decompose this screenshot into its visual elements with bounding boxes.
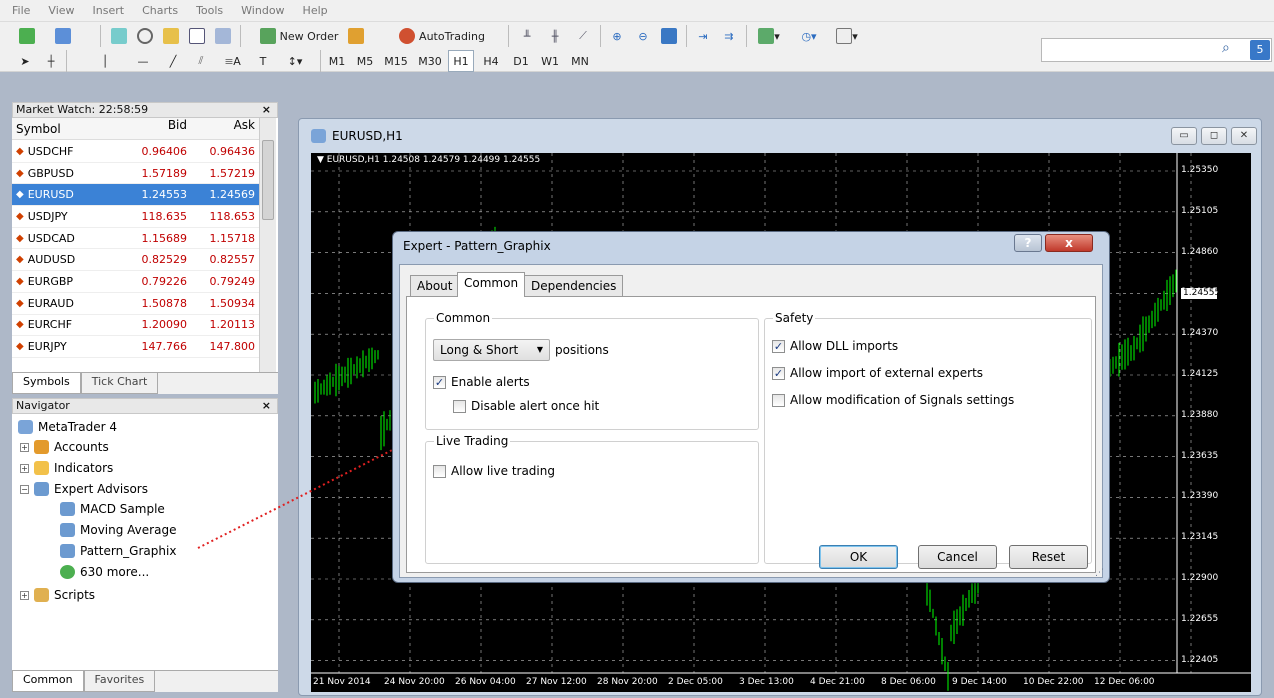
- live-trading-group-title: Live Trading: [434, 434, 511, 448]
- allow-dll-imports-checkbox[interactable]: ✓ Allow DLL imports: [772, 339, 898, 353]
- positions-label: positions: [555, 343, 609, 357]
- allow-signals-modification-checkbox[interactable]: Allow modification of Signals settings: [772, 393, 1014, 407]
- enable-alerts-checkbox[interactable]: ✓ Enable alerts: [433, 375, 530, 389]
- checkbox-icon[interactable]: ✓: [772, 339, 785, 353]
- positions-value: Long & Short: [440, 343, 519, 357]
- common-group-title: Common: [434, 311, 493, 325]
- reset-button[interactable]: Reset: [1009, 545, 1088, 569]
- allow-live-trading-checkbox[interactable]: Allow live trading: [433, 464, 555, 478]
- tab-about[interactable]: About: [410, 275, 460, 296]
- tab-dependencies[interactable]: Dependencies: [524, 275, 624, 296]
- disable-alert-once-hit-label: Disable alert once hit: [471, 399, 600, 413]
- dialog-body: About Common Dependencies Common Long & …: [399, 264, 1103, 578]
- dialog-close-button[interactable]: x: [1045, 234, 1093, 252]
- resize-grip-icon[interactable]: ⋰: [1095, 568, 1107, 580]
- tab-pane: Common Long & Short ▼ positions ✓ Enable …: [406, 296, 1096, 573]
- checkbox-icon[interactable]: [433, 464, 446, 478]
- chevron-down-icon: ▼: [536, 345, 543, 354]
- expert-dialog: Expert - Pattern_Graphix ? x About Commo…: [392, 231, 1110, 583]
- tab-common-settings[interactable]: Common: [457, 272, 526, 297]
- allow-import-experts-checkbox[interactable]: ✓ Allow import of external experts: [772, 366, 983, 380]
- enable-alerts-label: Enable alerts: [451, 375, 530, 389]
- disable-alert-once-hit-checkbox[interactable]: Disable alert once hit: [453, 399, 599, 413]
- allow-import-experts-label: Allow import of external experts: [790, 366, 984, 380]
- allow-signals-label: Allow modification of Signals settings: [790, 393, 1015, 407]
- common-group: Common Long & Short ▼ positions ✓ Enable …: [425, 311, 759, 430]
- checkbox-icon[interactable]: ✓: [433, 375, 446, 389]
- cancel-button[interactable]: Cancel: [918, 545, 997, 569]
- safety-group-title: Safety: [773, 311, 816, 325]
- positions-select[interactable]: Long & Short ▼: [433, 339, 550, 361]
- help-button[interactable]: ?: [1014, 234, 1042, 252]
- allow-live-trading-label: Allow live trading: [451, 464, 555, 478]
- checkbox-icon[interactable]: [453, 399, 466, 413]
- safety-group: Safety ✓ Allow DLL imports ✓ Allow import …: [764, 311, 1092, 564]
- live-trading-group: Live Trading Allow live trading: [425, 434, 759, 564]
- checkbox-icon[interactable]: ✓: [772, 366, 785, 380]
- dialog-title: Expert - Pattern_Graphix: [403, 239, 551, 253]
- allow-dll-imports-label: Allow DLL imports: [790, 339, 899, 353]
- ok-button[interactable]: OK: [819, 545, 898, 569]
- checkbox-icon[interactable]: [772, 393, 785, 407]
